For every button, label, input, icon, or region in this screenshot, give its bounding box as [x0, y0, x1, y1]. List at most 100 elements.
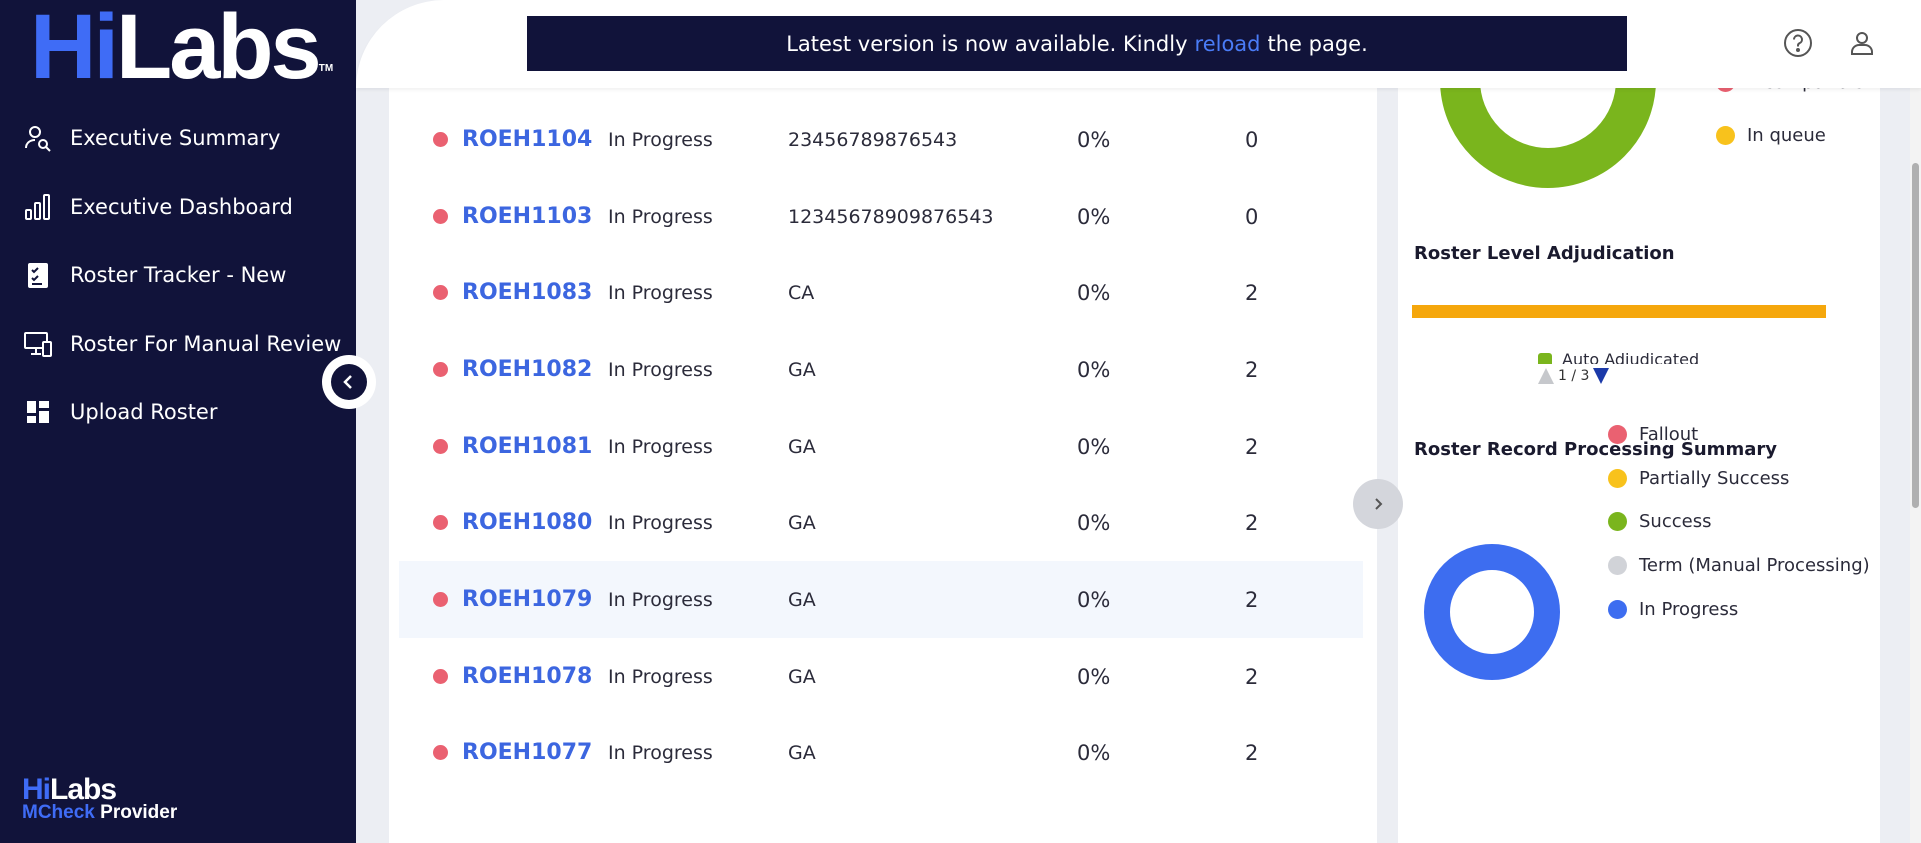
user-search-icon [22, 122, 54, 154]
legend-dot [1538, 352, 1552, 364]
roster-id-link[interactable]: ROEH1081 [462, 434, 592, 459]
table-row[interactable]: ROEH1104 In Progress 23456789876543 0% 0 [399, 101, 1363, 178]
footer-provider: Provider [100, 802, 178, 823]
adjudication-bar [1412, 305, 1826, 318]
banner-text: Latest version is now available. Kindly [786, 31, 1188, 56]
legend-label: In Progress [1639, 599, 1739, 620]
user-icon[interactable] [1846, 27, 1878, 59]
checklist-icon [22, 259, 54, 291]
table-row[interactable]: ROEH1079 In Progress GA 0% 2 [399, 561, 1363, 638]
roster-state: 12345678909876543 [788, 205, 994, 228]
status-dot [433, 515, 448, 530]
roster-progress: 0% [1077, 280, 1111, 305]
table-row[interactable]: ROEH1082 In Progress GA 0% 2 [399, 331, 1363, 408]
roster-id-link[interactable]: ROEH1083 [462, 280, 592, 305]
roster-count: 2 [1245, 510, 1259, 535]
roster-status: In Progress [608, 128, 713, 151]
sidebar-nav: Executive Summary Executive Dashboard Ro… [0, 104, 356, 447]
roster-id-link[interactable]: ROEH1103 [462, 204, 592, 229]
mcheck-provider-logo: HiLabs MCheck Provider [22, 775, 178, 823]
roster-state: GA [788, 435, 816, 458]
roster-progress: 0% [1077, 664, 1111, 689]
legend-item: In Progress [1608, 599, 1738, 620]
sidebar-item-label: Executive Dashboard [70, 194, 293, 219]
scroll-right-button[interactable] [1353, 479, 1403, 529]
roster-progress: 0% [1077, 434, 1111, 459]
status-dot [433, 285, 448, 300]
status-dot [433, 362, 448, 377]
roster-id-link[interactable]: ROEH1080 [462, 510, 592, 535]
roster-state: CA [788, 281, 815, 304]
legend-item: Partially Success [1608, 468, 1789, 489]
sidebar-item-roster-for-manual-review[interactable]: Roster For Manual Review [0, 310, 356, 379]
table-row[interactable]: ROEH1083 In Progress CA 0% 2 [399, 254, 1363, 331]
roster-count: 2 [1245, 434, 1259, 459]
roster-id-link[interactable]: ROEH1078 [462, 664, 592, 689]
roster-progress: 0% [1077, 357, 1111, 382]
hilabs-logo: HiLabsTM [30, 1, 333, 93]
table-row[interactable]: ROEH1080 In Progress GA 0% 2 [399, 484, 1363, 561]
chevron-right-icon [1375, 498, 1383, 510]
legend-label: Term (Manual Processing) [1639, 555, 1870, 576]
sidebar-item-label: Roster Tracker - New [70, 263, 287, 288]
sidebar-item-roster-tracker-new[interactable]: Roster Tracker - New [0, 241, 356, 310]
roster-state: GA [788, 665, 816, 688]
roster-id-link[interactable]: ROEH1082 [462, 357, 592, 382]
roster-status: In Progress [608, 358, 713, 381]
status-dot [433, 745, 448, 760]
sidebar-item-upload-roster[interactable]: Upload Roster [0, 378, 356, 447]
status-dot [433, 209, 448, 224]
legend-label: In queue [1747, 125, 1826, 146]
roster-progress: 0% [1077, 127, 1111, 152]
table-row[interactable]: ROEH1103 In Progress 12345678909876543 0% 0 [399, 178, 1363, 255]
collapse-sidebar-button[interactable] [322, 355, 376, 409]
legend-dot [1608, 512, 1627, 531]
sidebar-item-executive-dashboard[interactable]: Executive Dashboard [0, 173, 356, 242]
status-dot [433, 439, 448, 454]
roster-state: 23456789876543 [788, 128, 958, 151]
roster-progress: 0% [1077, 204, 1111, 229]
roster-progress: 0% [1077, 587, 1111, 612]
legend-item: Success [1608, 511, 1711, 532]
help-circle-icon[interactable] [1782, 27, 1814, 59]
roster-status: In Progress [608, 741, 713, 764]
sidebar-item-label: Roster For Manual Review [70, 331, 342, 356]
table-row[interactable]: ROEH1078 In Progress GA 0% 2 [399, 638, 1363, 715]
monitor-review-icon [22, 328, 54, 360]
grid-upload-icon [22, 396, 54, 428]
roster-status: In Progress [608, 511, 713, 534]
sidebar: HiLabsTM Executive Summary Executive Das… [0, 0, 356, 843]
roster-id-link[interactable]: ROEH1077 [462, 740, 592, 765]
table-row[interactable]: ROEH1077 In Progress GA 0% 2 [399, 714, 1363, 791]
table-row[interactable]: ROEH1081 In Progress GA 0% 2 [399, 408, 1363, 485]
legend-dot [1608, 600, 1627, 619]
bar-chart-icon [22, 191, 54, 223]
footer-mcheck: MCheck [22, 802, 95, 823]
roster-id-link[interactable]: ROEH1104 [462, 127, 592, 152]
processing-title: Roster Record Processing Summary [1414, 439, 1777, 460]
roster-progress: 0% [1077, 740, 1111, 765]
roster-status: In Progress [608, 281, 713, 304]
scrollbar-thumb[interactable] [1912, 163, 1919, 508]
update-banner: Latest version is now available. Kindly … [527, 16, 1627, 71]
pager-down-arrow[interactable] [1593, 368, 1610, 384]
vertical-scrollbar[interactable] [1910, 88, 1921, 843]
pager-up-arrow[interactable] [1538, 368, 1554, 384]
reload-link[interactable]: reload [1195, 32, 1261, 56]
sidebar-item-label: Upload Roster [70, 400, 218, 425]
adjudication-legend-clip: Auto Adjudicated [1538, 352, 1738, 364]
legend-item: Fallout [1608, 424, 1698, 445]
legend-label: Auto Adjudicated [1562, 352, 1700, 364]
roster-status: In Progress [608, 588, 713, 611]
roster-id-link[interactable]: ROEH1079 [462, 587, 592, 612]
roster-state: GA [788, 741, 816, 764]
sidebar-item-executive-summary[interactable]: Executive Summary [0, 104, 356, 173]
logo-hi: Hi [30, 0, 119, 98]
legend-dot [1608, 556, 1627, 575]
roster-state: GA [788, 588, 816, 611]
status-dot [433, 132, 448, 147]
legend-dot [1608, 469, 1627, 488]
chevron-left-icon [331, 364, 367, 400]
legend-label: Success [1639, 511, 1712, 532]
right-summary-panel: Incompatible In queue Roster Level Adjud… [1398, 0, 1880, 843]
